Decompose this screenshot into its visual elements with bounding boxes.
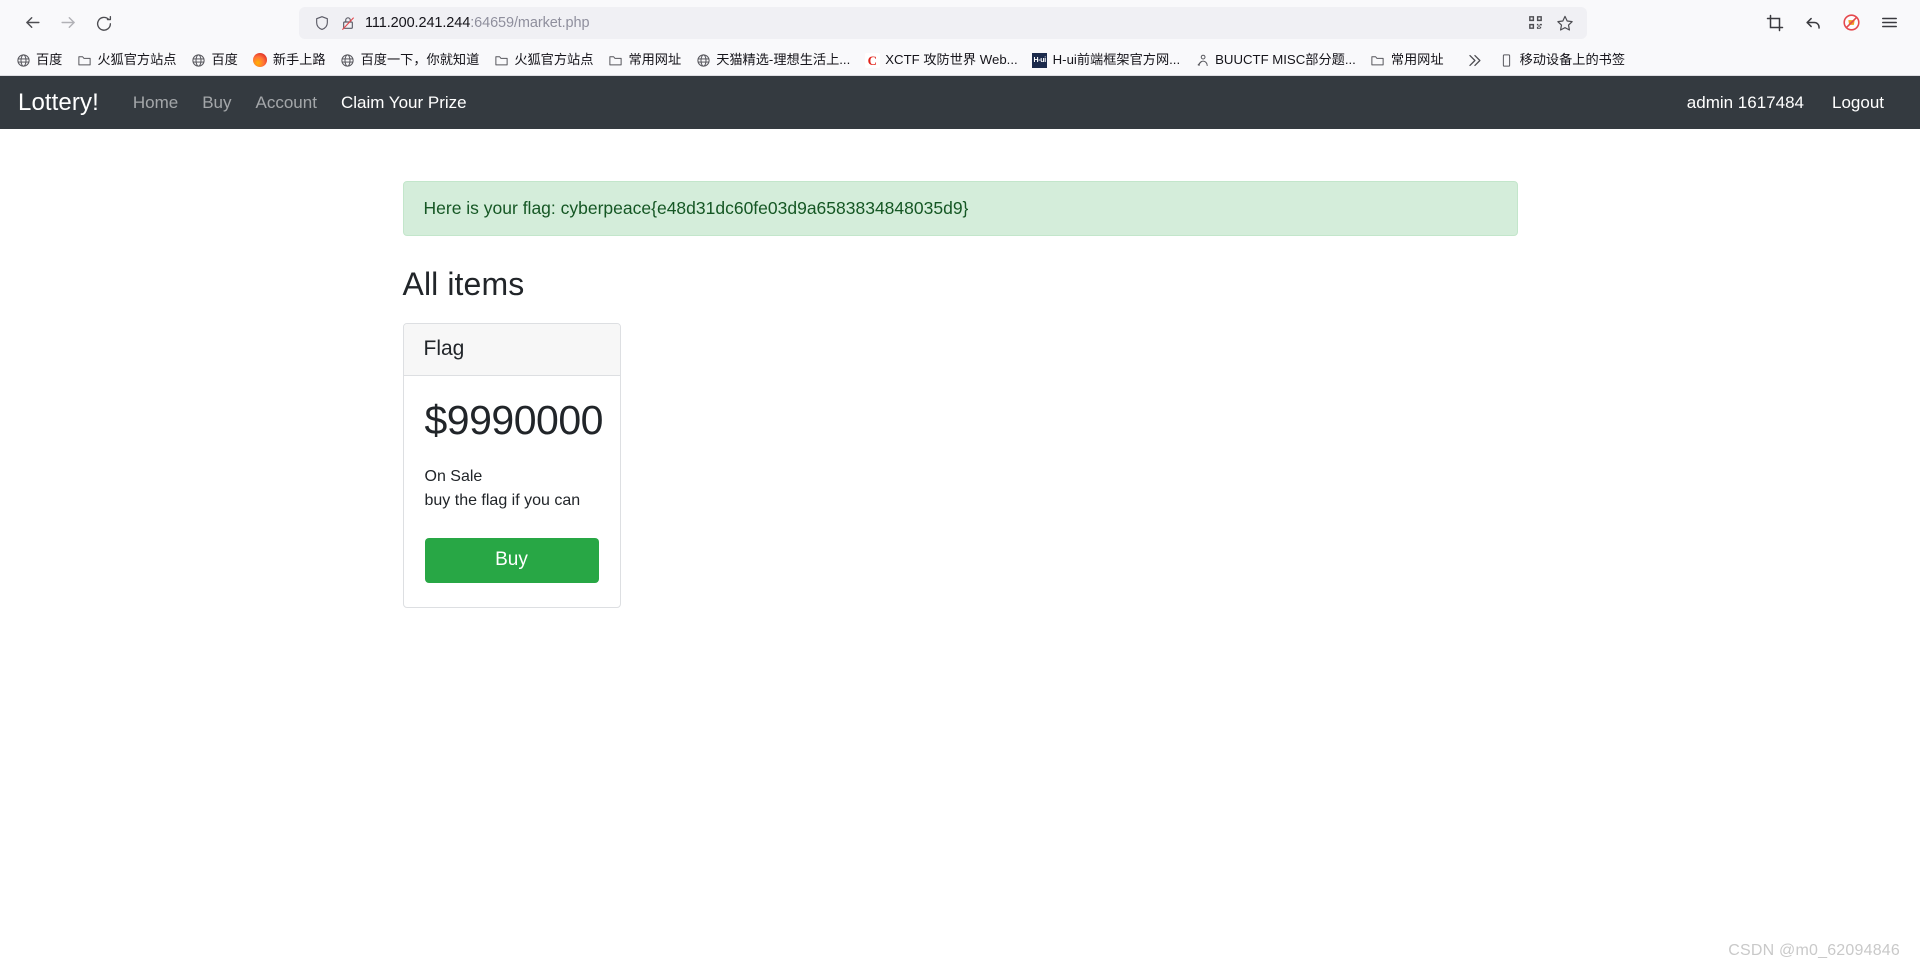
firefox-icon — [252, 52, 268, 68]
arrow-left-icon — [25, 17, 40, 28]
reload-button[interactable] — [86, 6, 122, 40]
qr-code-icon[interactable] — [1521, 9, 1549, 37]
reload-icon — [96, 15, 112, 31]
nav-link-claim-your-prize[interactable]: Claim Your Prize — [329, 93, 479, 113]
folder-icon — [607, 52, 623, 68]
globe-icon — [695, 52, 711, 68]
bookmark-item[interactable]: 百度 — [184, 48, 245, 72]
page-viewport: Lottery! Home Buy Account Claim Your Prize … — [0, 76, 1920, 973]
back-button[interactable] — [14, 6, 50, 40]
item-price: $9990000 — [424, 396, 604, 443]
app-menu-icon[interactable] — [1872, 7, 1906, 39]
item-card-title: Flag — [403, 323, 620, 376]
bookmark-item[interactable]: 百度 — [8, 48, 69, 72]
nav-link-buy[interactable]: Buy — [190, 93, 243, 113]
hui-icon: H-ui — [1032, 52, 1048, 68]
bookmark-star-icon[interactable] — [1551, 9, 1579, 37]
page-title: All items — [402, 265, 525, 302]
item-status: On Sale — [424, 467, 483, 485]
bookmark-label: BUUCTF MISC部分题... — [1215, 52, 1356, 68]
undo-close-tab-icon[interactable] — [1796, 7, 1830, 39]
current-user-label: admin 1617484 — [1686, 92, 1804, 112]
screenshot-icon[interactable] — [1758, 7, 1792, 39]
bookmark-label: 移动设备上的书签 — [1519, 52, 1626, 68]
item-card-body: $9990000 On Sale buy the flag if you can… — [404, 376, 620, 608]
page-content: Here is your flag: cyberpeace{e48d31dc60… — [0, 129, 1920, 609]
urlbar-actions — [1521, 9, 1579, 37]
watermark-text: CSDN @m0_62094846 — [1728, 942, 1900, 959]
nav-link-account[interactable]: Account — [244, 93, 329, 113]
site-navbar: Lottery! Home Buy Account Claim Your Prize … — [0, 76, 1920, 129]
c-letter-icon: C — [864, 52, 880, 68]
bookmark-item[interactable]: H-ui H-ui前端框架官方网... — [1025, 48, 1187, 72]
insecure-connection-icon[interactable] — [335, 10, 361, 36]
bookmark-label: 火狐官方站点 — [97, 52, 177, 68]
bookmark-label: 火狐官方站点 — [514, 52, 594, 68]
address-bar[interactable]: 111.200.241.244:64659/market.php — [299, 6, 1587, 39]
bookmark-label: 新手上路 — [272, 52, 326, 68]
shield-icon[interactable] — [309, 10, 335, 36]
globe-icon — [191, 52, 207, 68]
folder-icon — [76, 52, 92, 68]
bookmark-item[interactable]: 百度一下，你就知道 — [333, 48, 487, 72]
globe-icon — [340, 52, 356, 68]
site-nav-user-area: admin 1617484 Logout — [1673, 93, 1898, 113]
buy-button[interactable]: Buy — [424, 538, 599, 584]
bookmark-label: 百度 — [36, 52, 63, 68]
bookmark-label: H-ui前端框架官方网... — [1052, 52, 1181, 68]
flag-alert: Here is your flag: cyberpeace{e48d31dc60… — [402, 181, 1518, 236]
nav-link-home[interactable]: Home — [121, 93, 190, 113]
bookmark-label: 天猫精选-理想生活上... — [716, 52, 851, 68]
site-brand[interactable]: Lottery! — [18, 89, 99, 117]
bookmark-label: 常用网址 — [1390, 52, 1444, 68]
adblock-icon[interactable] — [1834, 7, 1868, 39]
person-icon — [1194, 52, 1210, 68]
bookmark-label: 百度 — [211, 52, 238, 68]
forward-button[interactable] — [50, 6, 86, 40]
bookmark-item-mobile[interactable]: 移动设备上的书签 — [1492, 48, 1633, 72]
globe-icon — [15, 52, 31, 68]
chevron-double-right-icon — [1468, 54, 1481, 66]
bookmarks-overflow-button[interactable] — [1461, 52, 1486, 69]
url-path: :64659/market.php — [470, 14, 590, 31]
urlbar-wrapper: 111.200.241.244:64659/market.php — [122, 6, 1752, 39]
site-nav-links: Home Buy Account Claim Your Prize — [121, 93, 479, 113]
item-card: Flag $9990000 On Sale buy the flag if yo… — [402, 322, 621, 609]
bookmark-item[interactable]: BUUCTF MISC部分题... — [1187, 48, 1363, 72]
url-text[interactable]: 111.200.241.244:64659/market.php — [361, 15, 1521, 31]
folder-icon — [493, 52, 509, 68]
navigation-toolbar: 111.200.241.244:64659/market.php — [0, 0, 1920, 45]
bookmark-item[interactable]: 新手上路 — [245, 48, 333, 72]
browser-chrome: 111.200.241.244:64659/market.php 百度 火狐官方… — [0, 0, 1920, 76]
toolbar-right-actions — [1752, 7, 1906, 39]
logout-link[interactable]: Logout — [1818, 93, 1898, 113]
bookmark-label: XCTF 攻防世界 Web... — [885, 52, 1018, 68]
content-container: Here is your flag: cyberpeace{e48d31dc60… — [402, 181, 1518, 609]
bookmark-item[interactable]: 常用网址 — [1363, 48, 1451, 72]
bookmark-label: 常用网址 — [628, 52, 682, 68]
url-host: 111.200.241.244 — [365, 14, 471, 31]
bookmark-item[interactable]: 火狐官方站点 — [486, 48, 600, 72]
item-description: buy the flag if you can — [424, 492, 581, 510]
bookmarks-toolbar: 百度 火狐官方站点 百度 新手上路 百度一下，你就知道 火狐官方站点 常用网址 天猫精选-理想… — [0, 45, 1920, 75]
arrow-right-icon — [60, 17, 75, 28]
bookmark-item[interactable]: 火狐官方站点 — [69, 48, 183, 72]
mobile-icon — [1499, 52, 1515, 68]
bookmark-item[interactable]: 天猫精选-理想生活上... — [688, 48, 857, 72]
bookmark-item[interactable]: C XCTF 攻防世界 Web... — [857, 48, 1024, 72]
bookmark-item[interactable]: 常用网址 — [600, 48, 688, 72]
bookmark-label: 百度一下，你就知道 — [360, 52, 480, 68]
folder-icon — [1370, 52, 1386, 68]
